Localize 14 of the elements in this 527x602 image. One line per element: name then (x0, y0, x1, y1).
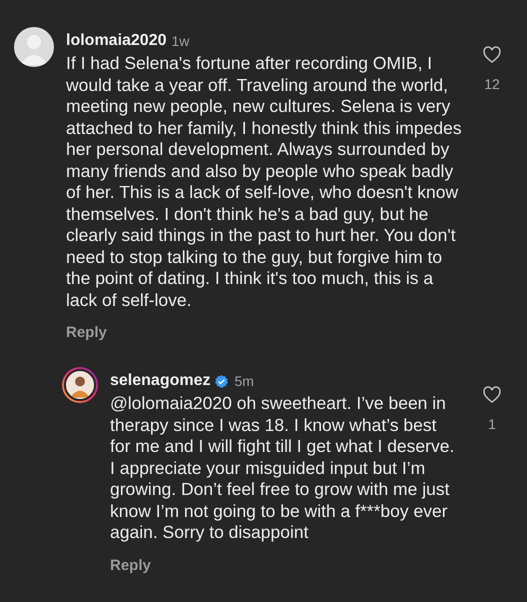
timestamp: 1w (172, 32, 190, 50)
username[interactable]: selenagomez (110, 369, 210, 393)
timestamp: 5m (234, 372, 254, 390)
heart-icon[interactable] (481, 45, 503, 65)
comment-text: If I had Selena's fortune after recording OMIB, I would take a year off. Traveling around the world, meeting new people, new cultures. Selena is very attached to her family, I honestly think this impedes her personal development. Always surrounded by many friends and also by people who speak badly of her. This is a lack of self-love, who doesn't know themselves. I don't think he's a bad guy, but he clearly said things in the past to hurt her. You don't need to stop talking to the guy, but forgive him to the point of dating. I think it's too much, this is a lack of self-love. (66, 53, 463, 311)
avatar[interactable] (14, 27, 54, 67)
reply-link[interactable]: Reply (110, 556, 151, 574)
like-count: 1 (488, 415, 496, 434)
like-count: 12 (484, 75, 500, 94)
username[interactable]: lolomaia2020 (66, 29, 166, 53)
comment-text: @lolomaia2020 oh sweetheart. I’ve been in therapy since I was 18. I know what’s best for me and I will fight till I get what I deserve. I appreciate your misguided input but I’m growing. Don’t feel free to grow with me just know I’m not going to be with a f***boy ever again. Sorry to disappoint (110, 393, 455, 544)
heart-icon[interactable] (481, 385, 503, 405)
avatar[interactable] (62, 367, 98, 403)
reply-link[interactable]: Reply (66, 324, 107, 341)
